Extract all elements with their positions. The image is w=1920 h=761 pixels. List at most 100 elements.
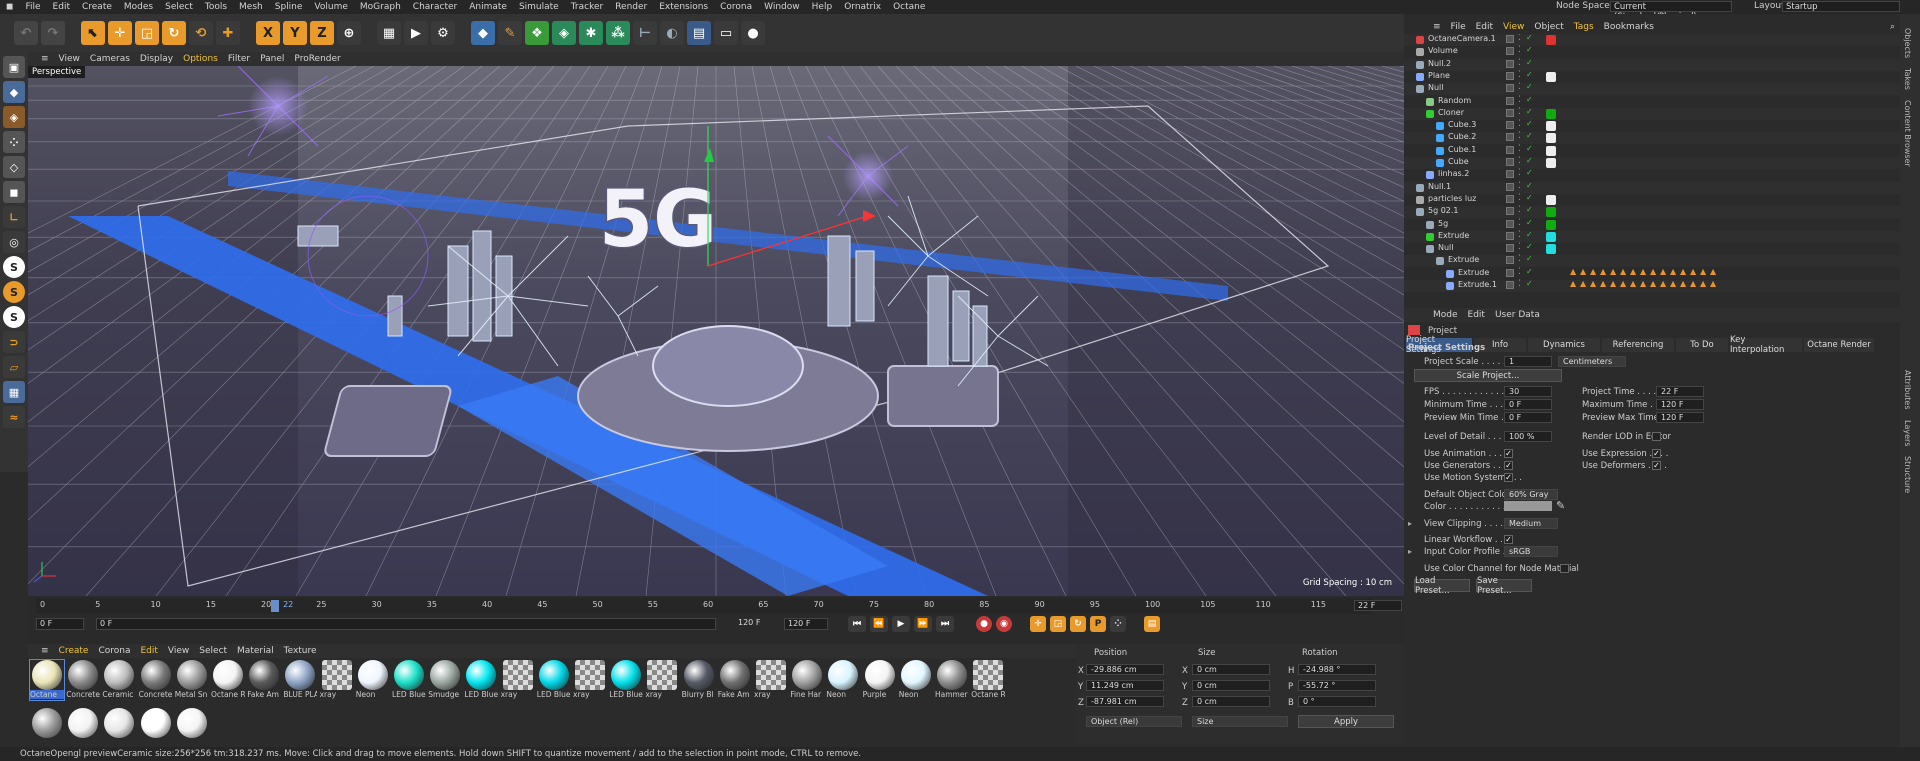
project-scale-field[interactable]: 1: [1504, 356, 1552, 367]
enable-check-icon[interactable]: ✓: [1526, 168, 1533, 177]
visibility-toggle[interactable]: [1506, 59, 1514, 68]
camera-icon[interactable]: ▭: [714, 21, 738, 45]
timeline-window-icon[interactable]: ▤: [1144, 616, 1160, 632]
object-menu-item[interactable]: Bookmarks: [1599, 22, 1659, 32]
material-swatch[interactable]: [175, 708, 209, 748]
tag-triangle-icon[interactable]: ▲: [1690, 279, 1696, 288]
enable-check-icon[interactable]: ✓: [1526, 205, 1533, 214]
object-row[interactable]: Null.2 ⁚ ✓: [1404, 58, 1900, 71]
rotation-b-field[interactable]: 0 °: [1298, 696, 1376, 707]
panel-menu-icon[interactable]: ≡: [36, 646, 54, 656]
points-mode-icon[interactable]: ⁘: [3, 131, 25, 153]
visibility-toggle[interactable]: [1506, 158, 1514, 166]
visibility-toggle[interactable]: [1506, 244, 1514, 253]
material-tag-icon[interactable]: [1546, 145, 1556, 156]
material-swatch[interactable]: Smudge: [428, 660, 462, 700]
tag-triangle-icon[interactable]: ▲: [1650, 279, 1656, 288]
tag-triangle-icon[interactable]: ▲: [1620, 279, 1626, 288]
menu-item[interactable]: Animate: [463, 2, 513, 12]
side-tab[interactable]: Content Browser: [1903, 100, 1912, 167]
visibility-toggle[interactable]: [1506, 281, 1514, 289]
tag-triangle-icon[interactable]: ▲: [1700, 279, 1706, 288]
rotation-p-field[interactable]: -55.72 °: [1298, 680, 1376, 691]
visibility-dots-icon[interactable]: ⁚: [1518, 218, 1521, 228]
material-swatch[interactable]: Octane: [29, 659, 65, 701]
position-x-field[interactable]: -29.886 cm: [1086, 664, 1164, 675]
texture-mode-icon[interactable]: ◈: [3, 106, 25, 128]
position-z-field[interactable]: -87.981 cm: [1086, 696, 1164, 707]
z-axis-icon[interactable]: Z: [310, 21, 334, 45]
project-scale-unit-select[interactable]: Centimeters: [1558, 356, 1626, 367]
enable-check-icon[interactable]: ✓: [1526, 193, 1533, 202]
eyedropper-icon[interactable]: ✎: [1556, 499, 1565, 512]
material-swatch[interactable]: Neon: [899, 660, 933, 700]
cube-icon[interactable]: ◆: [471, 21, 495, 45]
tag-triangle-icon[interactable]: ▲: [1660, 267, 1666, 276]
solo-icon[interactable]: S: [3, 256, 25, 278]
material-menu-item[interactable]: Corona: [93, 646, 135, 656]
recent-tool-icon[interactable]: ⟲: [189, 21, 213, 45]
project-field-value[interactable]: 30: [1504, 386, 1552, 397]
visibility-dots-icon[interactable]: ⁚: [1518, 242, 1521, 252]
key-param-icon[interactable]: P: [1090, 616, 1106, 632]
attributes-tab[interactable]: Key Interpolation: [1730, 335, 1802, 355]
search-icon[interactable]: ⌕: [1885, 22, 1900, 32]
edges-mode-icon[interactable]: ◇: [3, 156, 25, 178]
visibility-toggle[interactable]: [1506, 84, 1514, 93]
object-row[interactable]: Extrude ⁚ ✓: [1404, 254, 1900, 268]
enable-check-icon[interactable]: ✓: [1526, 267, 1533, 276]
object-row[interactable]: 5g 02.1 ⁚ ✓: [1404, 205, 1900, 219]
material-tag-icon[interactable]: [1546, 71, 1556, 82]
object-row[interactable]: Extrude ⁚ ✓: [1404, 230, 1900, 243]
enable-check-icon[interactable]: ✓: [1526, 82, 1533, 91]
default-color-select[interactable]: 60% Gray: [1504, 489, 1558, 500]
visibility-toggle[interactable]: [1506, 231, 1514, 240]
object-row[interactable]: Cloner ⁚ ✓: [1404, 107, 1900, 120]
visibility-dots-icon[interactable]: ⁚: [1518, 254, 1521, 264]
enable-check-icon[interactable]: ✓: [1526, 119, 1533, 128]
project-field-value[interactable]: 120 F: [1656, 412, 1704, 423]
visibility-toggle[interactable]: [1506, 145, 1514, 154]
menu-item[interactable]: Volume: [308, 2, 353, 12]
size-y-field[interactable]: 0 cm: [1192, 680, 1270, 691]
tag-triangle-icon[interactable]: ▲: [1630, 267, 1636, 276]
object-row[interactable]: Plane ⁚ ✓: [1404, 70, 1900, 83]
visibility-toggle[interactable]: [1506, 256, 1514, 265]
tag-triangle-icon[interactable]: ▲: [1580, 267, 1586, 276]
autokey-icon[interactable]: ◉: [996, 616, 1012, 632]
material-swatch[interactable]: Fine Har: [790, 660, 824, 700]
menu-item[interactable]: Select: [159, 2, 199, 12]
material-swatch[interactable]: Concrete: [66, 660, 100, 700]
coord-system-icon[interactable]: ⊕: [337, 21, 361, 45]
material-menu-item[interactable]: Texture: [279, 646, 322, 656]
use-deformers-checkbox[interactable]: ✓: [1652, 461, 1661, 470]
object-row[interactable]: Cube.2 ⁚ ✓: [1404, 131, 1900, 145]
material-swatch[interactable]: [139, 708, 173, 748]
tag-triangle-icon[interactable]: ▲: [1610, 279, 1616, 288]
material-swatch[interactable]: xray: [320, 660, 354, 700]
visibility-dots-icon[interactable]: ⁚: [1518, 144, 1521, 154]
tag-triangle-icon[interactable]: ▲: [1630, 279, 1636, 288]
material-tag-icon[interactable]: [1546, 231, 1556, 242]
tag-triangle-icon[interactable]: ▲: [1600, 279, 1606, 288]
material-menu-item[interactable]: Material: [232, 646, 279, 656]
menu-item[interactable]: Render: [609, 2, 653, 12]
workplane-icon[interactable]: ▱: [3, 356, 25, 378]
material-swatch[interactable]: Purple: [863, 660, 897, 700]
material-swatch[interactable]: xray: [573, 660, 607, 700]
project-field-value[interactable]: 22 F: [1656, 386, 1704, 397]
visibility-dots-icon[interactable]: ⁚: [1518, 58, 1521, 68]
size-z-field[interactable]: 0 cm: [1192, 696, 1270, 707]
tag-triangle-icon[interactable]: ▲: [1710, 279, 1716, 288]
visibility-dots-icon[interactable]: ⁚: [1518, 131, 1521, 141]
material-swatch[interactable]: Metal Sn: [175, 660, 209, 700]
view-clipping-select[interactable]: Medium: [1504, 518, 1558, 529]
tag-triangle-icon[interactable]: ▲: [1670, 267, 1676, 276]
material-swatch[interactable]: LED Blue: [537, 660, 571, 700]
render-region-icon[interactable]: ▦: [377, 21, 401, 45]
panel-menu-icon[interactable]: ≡: [36, 54, 54, 64]
floor-icon[interactable]: ▤: [687, 21, 711, 45]
visibility-dots-icon[interactable]: ⁚: [1518, 193, 1521, 203]
light-icon[interactable]: ●: [741, 21, 765, 45]
object-row[interactable]: Volume ⁚ ✓: [1404, 45, 1900, 59]
